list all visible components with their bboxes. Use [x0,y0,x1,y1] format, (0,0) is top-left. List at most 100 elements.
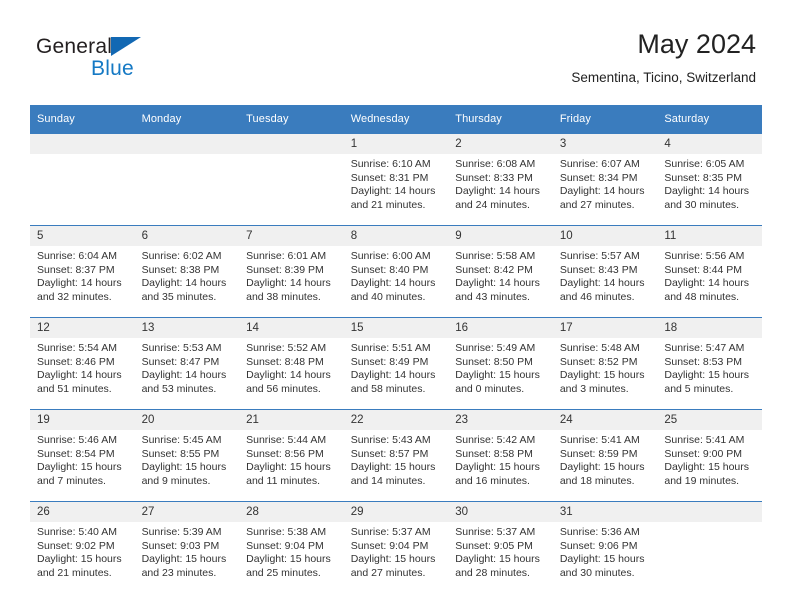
sunrise-text: Sunrise: 5:44 AM [246,434,327,446]
sunset-text: Sunset: 9:04 PM [350,539,429,552]
sunrise-text: Sunrise: 5:46 AM [37,434,117,446]
calendar-day-cell[interactable]: 5 Sunrise: 6:04 AM Sunset: 8:37 PM Daylight… [30,225,135,318]
sunset-text: Sunset: 9:06 PM [559,539,638,552]
sunrise-text: Sunrise: 5:58 AM [455,250,536,262]
calendar-day-cell[interactable]: 22 Sunrise: 5:43 AM Sunset: 8:57 PM Dayligh… [343,409,449,502]
general-blue-logo[interactable]: General Blue [36,36,142,79]
calendar-day-cell[interactable]: 26 Sunrise: 5:40 AM Sunset: 9:02 PM Dayligh… [30,501,135,593]
calendar-day-cell[interactable]: 31 Sunrise: 5:36 AM Sunset: 9:06 PM Dayligh… [552,501,658,593]
sunrise-text: Sunrise: 6:07 AM [559,158,640,170]
day-sun-info: Sunrise: 5:38 AM Sunset: 9:04 PM Daylight:… [239,522,344,580]
calendar-day-cell[interactable]: 20 Sunrise: 5:45 AM Sunset: 8:55 PM Dayligh… [134,409,240,502]
sunrise-text: Sunrise: 6:00 AM [350,250,431,262]
calendar-day-cell[interactable]: 18 Sunrise: 5:47 AM Sunset: 8:53 PM Dayligh… [657,317,762,410]
calendar-day-cell[interactable]: 3 Sunrise: 6:07 AM Sunset: 8:34 PM Daylight… [552,133,658,226]
calendar-day-cell[interactable]: 4 Sunrise: 6:05 AM Sunset: 8:35 PM Daylight… [657,133,762,226]
day-number: 19 [30,410,135,430]
day-number: 6 [134,226,240,246]
day-number: 2 [448,134,553,154]
sunrise-text: Sunrise: 5:54 AM [37,342,117,354]
daylight-text-line2: and 30 minutes. [664,198,740,211]
daylight-text-line1: Daylight: 15 hours [246,553,331,566]
daylight-text-line1: Daylight: 15 hours [141,553,227,566]
daylight-text-line1: Daylight: 15 hours [559,553,645,566]
calendar-day-cell[interactable]: 9 Sunrise: 5:58 AM Sunset: 8:42 PM Daylight… [448,225,553,318]
calendar-day-cell[interactable]: 29 Sunrise: 5:37 AM Sunset: 9:04 PM Dayligh… [343,501,449,593]
daylight-text-line1: Daylight: 15 hours [141,461,227,474]
calendar-day-cell[interactable]: 28 Sunrise: 5:38 AM Sunset: 9:04 PM Dayligh… [239,501,344,593]
sunset-text: Sunset: 8:40 PM [350,263,429,276]
calendar-day-cell[interactable]: 2 Sunrise: 6:08 AM Sunset: 8:33 PM Daylight… [448,133,553,226]
daylight-text-line1: Daylight: 15 hours [350,553,436,566]
daylight-text-line2: and 11 minutes. [246,474,321,487]
calendar-day-cell[interactable]: 14 Sunrise: 5:52 AM Sunset: 8:48 PM Dayligh… [239,317,344,410]
calendar-day-cell-empty [657,501,762,593]
sunset-text: Sunset: 8:47 PM [141,355,220,368]
calendar-day-cell[interactable]: 30 Sunrise: 5:37 AM Sunset: 9:05 PM Dayligh… [448,501,553,593]
calendar-day-cell[interactable]: 11 Sunrise: 5:56 AM Sunset: 8:44 PM Dayligh… [657,225,762,318]
calendar-day-cell[interactable]: 15 Sunrise: 5:51 AM Sunset: 8:49 PM Dayligh… [343,317,449,410]
calendar-day-cell[interactable]: 1 Sunrise: 6:10 AM Sunset: 8:31 PM Daylight… [343,133,449,226]
daylight-text-line2: and 51 minutes. [37,382,112,395]
sunset-text: Sunset: 8:57 PM [350,447,429,460]
calendar-day-cell[interactable]: 19 Sunrise: 5:46 AM Sunset: 8:54 PM Dayligh… [30,409,135,502]
calendar-day-cell[interactable]: 17 Sunrise: 5:48 AM Sunset: 8:52 PM Dayligh… [552,317,658,410]
day-sun-info: Sunrise: 5:54 AM Sunset: 8:46 PM Daylight:… [30,338,135,396]
calendar-day-cell[interactable]: 12 Sunrise: 5:54 AM Sunset: 8:46 PM Dayligh… [30,317,135,410]
daylight-text-line2: and 46 minutes. [559,290,635,303]
day-number: 9 [448,226,553,246]
daylight-text-line2: and 14 minutes. [350,474,426,487]
day-number: 25 [657,410,762,430]
day-number: 27 [134,502,240,522]
day-sun-info: Sunrise: 5:51 AM Sunset: 8:49 PM Daylight:… [344,338,449,396]
daylight-text-line1: Daylight: 15 hours [246,461,331,474]
sunset-text: Sunset: 9:02 PM [37,539,115,552]
day-number: 31 [552,502,658,522]
calendar-day-cell[interactable]: 27 Sunrise: 5:39 AM Sunset: 9:03 PM Dayligh… [134,501,240,593]
daylight-text-line1: Daylight: 14 hours [141,369,227,382]
daylight-text-line1: Daylight: 14 hours [246,369,331,382]
sunset-text: Sunset: 8:35 PM [664,171,743,184]
day-number: 24 [552,410,658,430]
calendar-day-cell[interactable]: 6 Sunrise: 6:02 AM Sunset: 8:38 PM Daylight… [134,225,240,318]
daylight-text-line2: and 27 minutes. [559,198,635,211]
daylight-text-line1: Daylight: 15 hours [37,553,122,566]
calendar-day-cell[interactable]: 23 Sunrise: 5:42 AM Sunset: 8:58 PM Dayligh… [448,409,553,502]
daylight-text-line1: Daylight: 15 hours [350,461,436,474]
day-number: 10 [552,226,658,246]
daylight-text-line1: Daylight: 15 hours [455,461,540,474]
weekday-header-tuesday: Tuesday [239,105,344,134]
calendar-day-cell[interactable]: 7 Sunrise: 6:01 AM Sunset: 8:39 PM Daylight… [239,225,344,318]
day-number: 28 [239,502,344,522]
calendar-body: 1 Sunrise: 6:10 AM Sunset: 8:31 PM Daylight… [30,133,762,593]
daylight-text-line1: Daylight: 14 hours [664,185,750,198]
sunrise-text: Sunrise: 5:37 AM [350,526,431,538]
calendar-day-cell-empty [30,133,135,226]
daylight-text-line1: Daylight: 14 hours [455,185,540,198]
sunset-text: Sunset: 8:33 PM [455,171,533,184]
day-number [134,134,240,154]
day-sun-info: Sunrise: 6:04 AM Sunset: 8:37 PM Daylight:… [30,246,135,304]
daylight-text-line2: and 18 minutes. [559,474,635,487]
sunrise-text: Sunrise: 5:41 AM [559,434,640,446]
sunrise-text: Sunrise: 5:47 AM [664,342,745,354]
day-sun-info: Sunrise: 5:53 AM Sunset: 8:47 PM Daylight:… [135,338,240,396]
calendar-day-cell[interactable]: 10 Sunrise: 5:57 AM Sunset: 8:43 PM Dayligh… [552,225,658,318]
daylight-text-line1: Daylight: 15 hours [37,461,122,474]
sunrise-text: Sunrise: 5:53 AM [141,342,222,354]
calendar-day-cell[interactable]: 13 Sunrise: 5:53 AM Sunset: 8:47 PM Dayligh… [134,317,240,410]
sunset-text: Sunset: 8:49 PM [350,355,429,368]
calendar-day-cell[interactable]: 25 Sunrise: 5:41 AM Sunset: 9:00 PM Dayligh… [657,409,762,502]
weekday-header-friday: Friday [552,105,658,134]
day-sun-info: Sunrise: 6:07 AM Sunset: 8:34 PM Daylight:… [553,154,658,212]
calendar-day-cell[interactable]: 16 Sunrise: 5:49 AM Sunset: 8:50 PM Dayligh… [448,317,553,410]
day-number: 8 [343,226,449,246]
calendar-day-cell[interactable]: 8 Sunrise: 6:00 AM Sunset: 8:40 PM Daylight… [343,225,449,318]
sunrise-text: Sunrise: 5:52 AM [246,342,327,354]
calendar-day-cell[interactable]: 21 Sunrise: 5:44 AM Sunset: 8:56 PM Dayligh… [239,409,344,502]
weekday-header-monday: Monday [134,105,240,134]
day-number [239,134,344,154]
logo-text-blue: Blue [91,57,134,80]
day-sun-info: Sunrise: 5:49 AM Sunset: 8:50 PM Daylight:… [448,338,553,396]
calendar-day-cell[interactable]: 24 Sunrise: 5:41 AM Sunset: 8:59 PM Dayligh… [552,409,658,502]
